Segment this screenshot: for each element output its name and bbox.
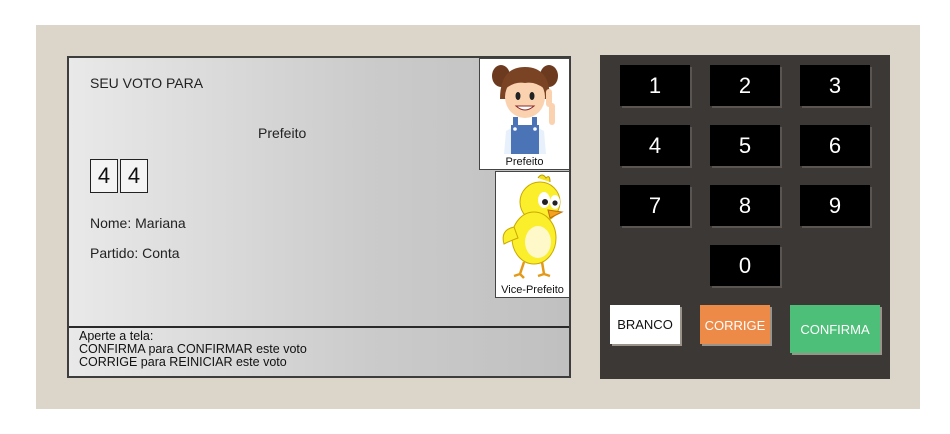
key-3[interactable]: 3 <box>800 65 870 106</box>
key-1[interactable]: 1 <box>620 65 690 106</box>
office-title: Prefeito <box>258 125 307 141</box>
key-7[interactable]: 7 <box>620 185 690 226</box>
key-9[interactable]: 9 <box>800 185 870 226</box>
key-4[interactable]: 4 <box>620 125 690 166</box>
branco-button[interactable]: BRANCO <box>610 305 680 344</box>
instructions-panel: Aperte a tela: CONFIRMA para CONFIRMAR e… <box>69 326 569 376</box>
key-6[interactable]: 6 <box>800 125 870 166</box>
instruction-line: CORRIGE para REINICIAR este voto <box>79 355 287 369</box>
photo-caption-prefeito: Prefeito <box>505 156 544 168</box>
key-2[interactable]: 2 <box>710 65 780 106</box>
number-digit-1: 4 <box>90 159 118 193</box>
candidate-photo: Prefeito <box>479 58 570 170</box>
key-5[interactable]: 5 <box>710 125 780 166</box>
vice-candidate-photo: Vice-Prefeito <box>495 171 570 298</box>
photo-caption-vice-prefeito: Vice-Prefeito <box>501 284 564 296</box>
screen-heading: SEU VOTO PARA <box>90 75 204 91</box>
candidate-party: Partido: Conta <box>90 245 180 261</box>
yellow-bird-icon <box>502 174 564 279</box>
voting-screen: SEU VOTO PARA Prefeito 4 4 Nome: Mariana… <box>67 56 571 378</box>
corrige-button[interactable]: CORRIGE <box>700 305 770 344</box>
key-8[interactable]: 8 <box>710 185 780 226</box>
key-0[interactable]: 0 <box>710 245 780 286</box>
girl-candidate-icon <box>492 65 558 154</box>
candidate-number: 4 4 <box>90 159 150 193</box>
keypad: 1 2 3 4 5 6 7 8 9 0 BRANCO CORRIGE CONFI… <box>600 55 890 379</box>
candidate-name: Nome: Mariana <box>90 215 186 231</box>
number-digit-2: 4 <box>120 159 148 193</box>
confirma-button[interactable]: CONFIRMA <box>790 305 880 353</box>
